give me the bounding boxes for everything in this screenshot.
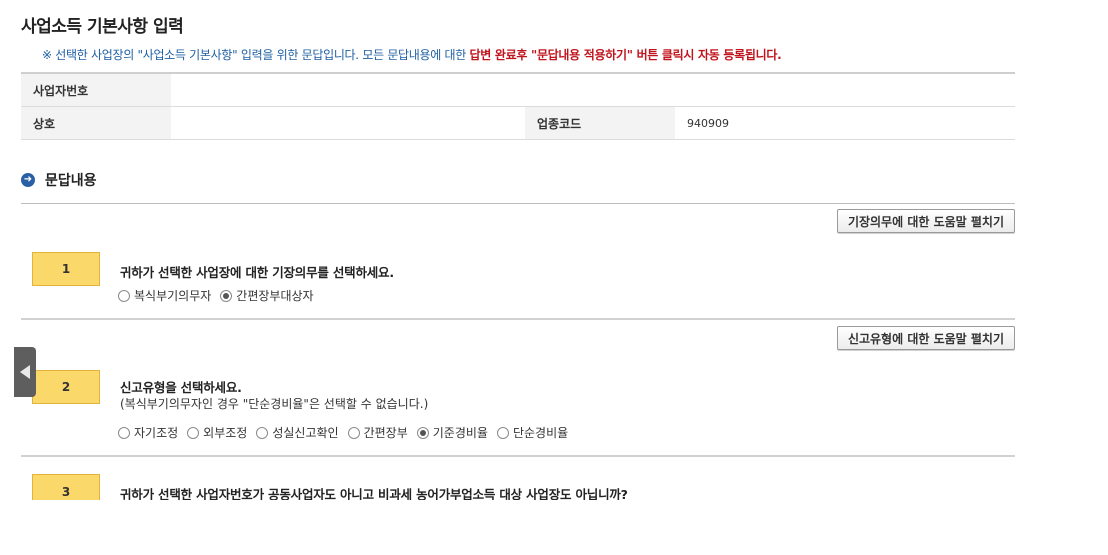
radio-option-sincere-report[interactable]: 성실신고확인 xyxy=(256,424,339,441)
radio-button[interactable] xyxy=(118,426,130,439)
radio-button[interactable] xyxy=(256,426,269,439)
industry-code-label: 업종코드 xyxy=(525,106,675,140)
question-divider xyxy=(21,455,1015,457)
page-title: 사업소득 기본사항 입력 xyxy=(21,17,184,37)
radio-option-simple-book[interactable]: 간편장부 xyxy=(347,424,408,441)
option-label: 기준경비율 xyxy=(432,426,488,440)
option-label: 외부조정 xyxy=(203,426,248,440)
question-subtext: (복식부기의무자인 경우 "단순경비율"은 선택할 수 없습니다.) xyxy=(120,397,429,411)
notice-prefix: ※ 선택한 사업장의 "사업소득 기본사항" 입력을 위한 문답입니다. 모든 … xyxy=(42,48,470,62)
radio-option-external-adjust[interactable]: 외부조정 xyxy=(187,424,247,441)
arrow-circle-icon: ➜ xyxy=(21,173,35,187)
notice-emphasis: 답변 완료후 "문답내용 적용하기" 버튼 클릭시 자동 등록됩니다. xyxy=(469,48,782,62)
company-label: 상호 xyxy=(21,106,171,140)
radio-option-simple-expense[interactable]: 단순경비율 xyxy=(496,424,569,441)
viewport-cutoff xyxy=(0,500,1108,555)
industry-code-value: 940909 xyxy=(675,106,1015,140)
info-row-business-no: 사업자번호 xyxy=(21,73,1015,107)
business-no-value xyxy=(171,73,1015,107)
radio-button[interactable] xyxy=(187,426,200,439)
section-header: ➜ 문답내용 xyxy=(21,170,97,190)
radio-option-standard-expense[interactable]: 기준경비율 xyxy=(416,424,488,441)
business-info-table: 사업자번호 상호 업종코드 940909 xyxy=(21,72,1015,140)
filing-type-options: 자기조정 외부조정 성실신고확인 간편장부 기준경비율 단순경비율 xyxy=(118,424,577,441)
radio-option-self-adjust[interactable]: 자기조정 xyxy=(118,424,178,441)
option-label: 복식부기의무자 xyxy=(134,289,212,303)
info-row-company: 상호 업종코드 940909 xyxy=(21,106,1015,140)
option-label: 간편장부 xyxy=(363,426,408,440)
radio-option-double-entry[interactable]: 복식부기의무자 xyxy=(118,287,211,304)
question-number-badge: 2 xyxy=(32,370,100,404)
radio-button[interactable] xyxy=(347,426,360,439)
bookkeeping-help-button[interactable]: 기장의무에 대한 도움말 펼치기 xyxy=(836,209,1015,233)
question-number-badge: 1 xyxy=(32,252,100,286)
radio-button-checked[interactable] xyxy=(220,289,233,302)
business-no-label: 사업자번호 xyxy=(21,73,171,107)
question-text: 신고유형을 선택하세요. xyxy=(120,380,242,395)
filing-type-help-button[interactable]: 신고유형에 대한 도움말 펼치기 xyxy=(836,326,1015,350)
radio-button-checked[interactable] xyxy=(416,426,429,439)
section-title: 문답내용 xyxy=(45,173,97,189)
company-value xyxy=(171,106,525,140)
triangle-left-icon xyxy=(20,365,30,379)
bookkeeping-options: 복식부기의무자 간편장부대상자 xyxy=(118,287,323,304)
option-label: 성실신고확인 xyxy=(272,426,339,440)
option-label: 단순경비율 xyxy=(512,426,569,440)
question-divider xyxy=(21,318,1015,320)
option-label: 자기조정 xyxy=(134,426,179,440)
notice-text: ※ 선택한 사업장의 "사업소득 기본사항" 입력을 위한 문답입니다. 모든 … xyxy=(42,46,782,63)
collapse-panel-tab[interactable] xyxy=(14,347,36,397)
radio-button[interactable] xyxy=(496,426,509,439)
question-text: 귀하가 선택한 사업장에 대한 기장의무를 선택하세요. xyxy=(120,265,394,280)
section-divider xyxy=(21,203,1015,204)
radio-button[interactable] xyxy=(118,289,130,302)
radio-option-simple-book[interactable]: 간편장부대상자 xyxy=(220,287,314,304)
option-label: 간편장부대상자 xyxy=(236,289,314,303)
